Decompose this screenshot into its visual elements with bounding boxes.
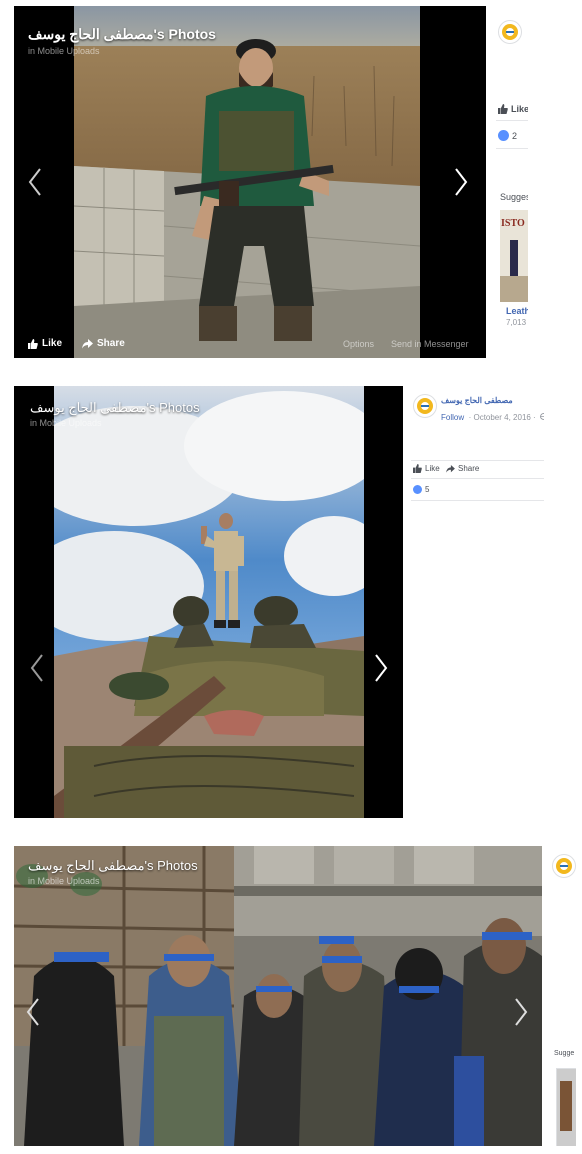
sidebar-share-button[interactable]: Share [446, 464, 479, 473]
previous-photo-button[interactable] [22, 992, 44, 1032]
avatar[interactable] [552, 854, 576, 878]
album-subtitle[interactable]: in Mobile Uploads [30, 418, 102, 428]
reaction-count[interactable]: 2 [498, 130, 517, 141]
previous-photo-button[interactable] [26, 648, 48, 688]
like-button[interactable]: Like [28, 338, 62, 349]
chevron-right-icon [375, 654, 388, 682]
sidebar-like-label: Like [511, 104, 528, 114]
suggested-card-title[interactable]: Leath [506, 306, 528, 316]
send-in-messenger-button[interactable]: Send in Messenger [391, 339, 469, 349]
photo-image[interactable] [74, 6, 420, 358]
sidebar-like-button[interactable]: Like [498, 104, 528, 114]
album-subtitle[interactable]: in Mobile Uploads [28, 46, 100, 56]
divider [496, 120, 528, 121]
reaction-count[interactable]: 5 [413, 485, 429, 494]
chevron-right-icon [515, 998, 528, 1026]
chevron-right-icon [455, 168, 468, 196]
share-arrow-icon [446, 464, 455, 473]
sidebar-like-label: Like [425, 464, 440, 473]
page-logo-icon [502, 24, 518, 40]
avatar[interactable] [498, 20, 522, 44]
photo-viewer-screenshot-3: مصطفى الحاج يوسف's Photos in Mobile Uplo… [14, 846, 576, 1146]
avatar[interactable] [413, 394, 437, 418]
photo-sidebar: Like 2 Sugges ISTO Leath 7,013 [486, 6, 528, 358]
photo-viewer-screenshot-1: مصطفى الحاج يوسف's Photos in Mobile Uplo… [14, 6, 528, 358]
sidebar-like-button[interactable]: Like [413, 464, 440, 473]
post-date[interactable]: · October 4, 2016 · [469, 413, 536, 422]
suggested-card-image[interactable] [556, 1068, 576, 1146]
options-button[interactable]: Options [343, 339, 374, 349]
previous-photo-button[interactable] [24, 162, 46, 202]
photo-action-bar: Like Share Options Send in Messenger [14, 324, 486, 358]
chevron-left-icon [26, 998, 39, 1026]
album-title[interactable]: مصطفى الحاج يوسف's Photos [28, 26, 216, 43]
divider [411, 500, 544, 501]
reaction-count-value: 5 [425, 485, 430, 494]
share-button[interactable]: Share [82, 338, 125, 349]
photo-stage: مصطفى الحاج يوسف's Photos in Mobile Uplo… [14, 6, 486, 358]
suggested-heading: Sugges [500, 192, 528, 202]
thumbs-up-icon [28, 338, 38, 349]
sidebar-share-label: Share [458, 464, 480, 473]
chevron-left-icon [28, 168, 41, 196]
divider [411, 478, 544, 479]
page-logo-icon [417, 398, 433, 414]
page-logo-icon [556, 858, 572, 874]
next-photo-button[interactable] [510, 992, 532, 1032]
like-label: Like [42, 338, 63, 349]
suggested-card-image[interactable]: ISTO [500, 210, 528, 302]
photo-sidebar: مصطفى الحاج يوسف Follow · October 4, 201… [403, 386, 544, 818]
share-label: Share [97, 338, 125, 349]
photo-image[interactable] [54, 386, 364, 818]
photo-stage: مصطفى الحاج يوسف's Photos in Mobile Uplo… [14, 386, 403, 818]
photo-image[interactable] [14, 846, 542, 1146]
suggested-heading: Sugge [554, 1050, 575, 1057]
album-title[interactable]: مصطفى الحاج يوسف's Photos [30, 400, 200, 416]
follow-link[interactable]: Follow [441, 413, 464, 422]
photo-sidebar: Sugge [542, 846, 576, 1146]
photo-stage: مصطفى الحاج يوسف's Photos in Mobile Uplo… [14, 846, 542, 1146]
reaction-count-value: 2 [512, 130, 518, 141]
next-photo-button[interactable] [370, 648, 392, 688]
album-subtitle[interactable]: in Mobile Uploads [28, 876, 100, 886]
share-arrow-icon [82, 338, 93, 348]
next-photo-button[interactable] [450, 162, 472, 202]
chevron-left-icon [30, 654, 43, 682]
thumbs-up-icon [413, 464, 422, 473]
post-meta: Follow · October 4, 2016 · [441, 407, 544, 425]
divider [496, 148, 528, 149]
photo-viewer-screenshot-2: مصطفى الحاج يوسف's Photos in Mobile Uplo… [14, 386, 544, 818]
card-image-text: ISTO [501, 218, 525, 229]
globe-icon [540, 413, 544, 420]
suggested-card-count: 7,013 [506, 318, 527, 327]
album-title[interactable]: مصطفى الحاج يوسف's Photos [28, 858, 198, 874]
like-reaction-icon [413, 485, 422, 494]
author-name[interactable]: مصطفى الحاج يوسف [441, 396, 513, 405]
like-reaction-icon [498, 130, 509, 141]
divider [411, 460, 544, 461]
thumbs-up-icon [498, 104, 508, 114]
